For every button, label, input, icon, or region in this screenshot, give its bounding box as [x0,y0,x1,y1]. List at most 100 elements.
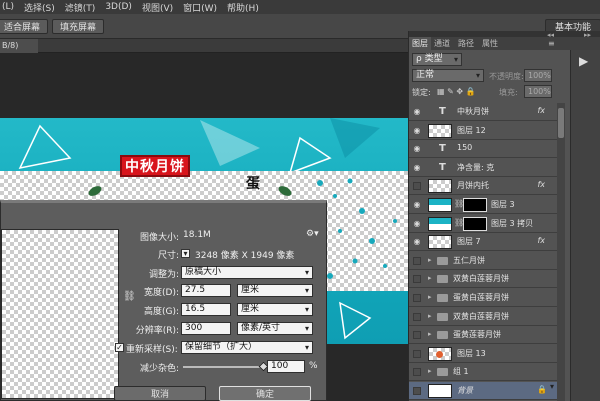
fit-screen-button[interactable]: 适合屏幕 [0,19,48,34]
lock-icon: 🔒 [537,385,547,394]
dimensions-value: 3248 像素 X 1949 像素 [195,251,295,261]
play-icon[interactable]: ▶ [579,54,588,68]
menu-item-view[interactable]: 视图(V) [142,1,173,14]
tab-properties[interactable]: 属性 [479,37,501,50]
height-unit-select[interactable]: 厘米 [237,303,313,316]
layers-scrollbar-thumb[interactable] [558,108,564,138]
layer-row[interactable]: 图层 13 [409,344,557,363]
blend-mode-select[interactable]: 正常 [412,69,484,82]
visibility-toggle[interactable] [413,294,421,302]
layer-row[interactable]: ▸ 蛋黄莲蓉月饼 [409,326,557,345]
layer-row[interactable]: ▸ 组 1 [409,363,557,382]
layer-mask-thumbnail[interactable] [463,198,487,212]
layer-name: 150 [457,143,473,153]
expand-arrow-icon[interactable]: ▸ [428,293,432,301]
mask-link-icon[interactable]: ⛓ [454,199,464,208]
height-label: 高度(G): [143,307,179,317]
fill-input[interactable]: 100% [524,85,552,98]
layer-row[interactable]: ▸ 蛋黄白莲蓉月饼 [409,289,557,307]
tab-paths[interactable]: 路径 [455,37,477,50]
layer-filter-select[interactable]: ρ 类型 [412,53,462,66]
visibility-eye-icon[interactable]: ◉ [412,219,422,228]
image-size-label: 图像大小: [139,233,179,243]
resample-checkbox[interactable]: ✓ [115,343,124,352]
tab-layers[interactable]: 图层 [409,37,431,50]
folder-icon [437,256,448,265]
layer-row[interactable]: ▸ 双黄白莲蓉月饼 [409,307,557,326]
layer-mask-thumbnail[interactable] [463,216,487,231]
visibility-toggle[interactable] [413,368,421,377]
right-tool-strip: ▶ [570,50,600,401]
layer-name: 中秋月饼 [457,107,489,116]
layer-thumbnail [428,198,452,212]
visibility-toggle[interactable] [413,387,421,395]
visibility-eye-icon[interactable]: ◉ [412,107,422,116]
cancel-button[interactable]: 取消 [114,386,206,401]
expand-arrow-icon[interactable]: ▸ [428,312,432,320]
visibility-eye-icon[interactable]: ◉ [412,237,422,246]
layer-row[interactable]: ◉ ⛓ 图层 3 拷贝 [409,214,557,233]
visibility-toggle[interactable] [413,275,421,284]
layer-effects-icon[interactable]: fx [537,180,545,189]
link-chain-icon[interactable]: ⛓ [123,291,136,302]
expand-arrow-icon[interactable]: ▸ [428,330,432,338]
dimensions-dropdown-icon[interactable]: ▾ [181,249,190,258]
ok-button[interactable]: 确定 [219,386,311,401]
resolution-input[interactable]: 300 [181,322,231,335]
layer-effects-icon[interactable]: fx [537,106,545,115]
layer-row[interactable]: ◉ ⛓ 图层 3 [409,196,557,214]
menu-item-help[interactable]: 帮助(H) [227,1,259,14]
layer-row[interactable]: ◉ 图层 7 fx [409,233,557,252]
height-input[interactable]: 16.5 [181,303,231,316]
menu-item-select[interactable]: 选择(S) [24,1,55,14]
tab-channels[interactable]: 通道 [431,37,453,50]
menu-item-filter[interactable]: 滤镜(T) [65,1,96,14]
layer-row[interactable]: ◉ T 中秋月饼 fx [409,103,557,121]
resample-select[interactable]: 保留细节（扩大） [181,341,313,354]
visibility-toggle[interactable] [413,331,421,340]
menu-item-window[interactable]: 窗口(W) [183,1,217,14]
expand-arrow-icon[interactable]: ▸ [428,367,432,375]
width-input[interactable]: 27.5 [181,284,231,297]
image-size-value: 18.1M [183,230,211,240]
layer-effects-icon[interactable]: fx [537,236,545,245]
expand-arrow-icon[interactable]: ▸ [428,256,432,264]
layer-thumbnail-content [436,350,443,358]
panel-menu-icon[interactable]: ≡ [545,37,558,50]
mask-link-icon[interactable]: ⛓ [454,218,464,227]
gear-icon[interactable]: ⚙▾ [306,229,319,239]
layer-row[interactable]: ▸ 双黄白莲蓉月饼 [409,270,557,289]
visibility-eye-icon[interactable]: ◉ [412,163,422,172]
expand-arrow-icon[interactable]: ▸ [428,274,432,282]
menu-item-3d[interactable]: 3D(D) [105,2,132,12]
visibility-eye-icon[interactable]: ◉ [412,200,422,209]
reduce-noise-unit: % [309,361,318,371]
visibility-eye-icon[interactable]: ◉ [412,144,422,153]
fill-screen-button[interactable]: 填充屏幕 [52,19,104,34]
layer-thumbnail [428,123,452,138]
layer-row[interactable]: 月饼内托 fx [409,177,557,196]
layer-row[interactable]: ◉ T 150 [409,140,557,159]
visibility-toggle[interactable] [413,182,421,191]
fit-to-select[interactable]: 原稿大小 [181,266,313,279]
visibility-eye-icon[interactable]: ◉ [412,126,422,135]
opacity-input[interactable]: 100% [524,69,552,82]
layer-row[interactable]: 背景 🔒 [409,382,557,400]
resample-label: 重新采样(S): [126,345,178,355]
layer-name: 蛋黄白莲蓉月饼 [453,293,509,302]
layer-row[interactable]: ◉ 图层 12 [409,121,557,140]
banner-partial-text: 蛋 [246,176,260,192]
menu-item-layer[interactable]: (L) [2,2,14,12]
visibility-toggle[interactable] [413,349,421,358]
visibility-toggle[interactable] [413,312,421,321]
layers-list: ◉ T 中秋月饼 fx ◉ 图层 12 ◉ T 150 ◉ T 净含量: 克月饼内托 fx ◉ ⛓ 图层 3 ◉… [409,103,557,401]
width-unit-select[interactable]: 厘米 [237,284,313,297]
layers-scrollbar[interactable] [557,103,565,401]
reduce-noise-input[interactable]: 100 [267,360,305,373]
document-tab[interactable]: B/8) [0,39,38,53]
visibility-toggle[interactable] [413,256,421,265]
lock-icons[interactable]: ▦ ✎ ✥ 🔒 [437,87,476,96]
layer-row[interactable]: ▸ 五仁月饼 [409,251,557,270]
resolution-unit-select[interactable]: 像素/英寸 [237,322,313,335]
layer-row[interactable]: ◉ T 净含量: 克 [409,158,557,177]
